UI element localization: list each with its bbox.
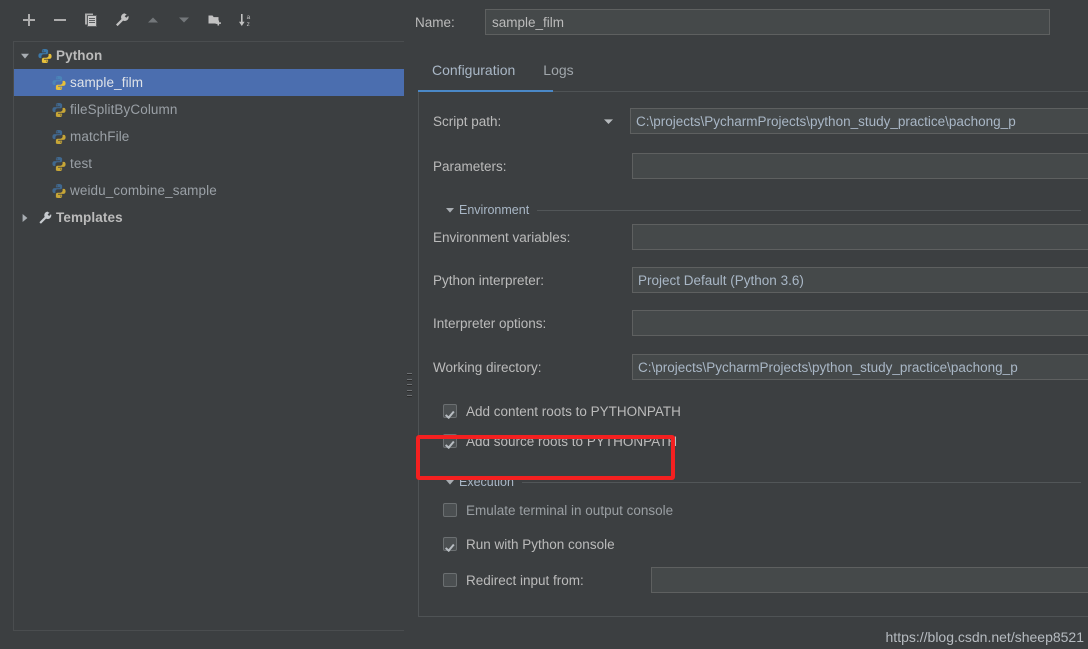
- script-path-label: Script path:: [433, 113, 502, 129]
- tree-item-label: matchFile: [70, 129, 130, 144]
- add-source-roots-checkbox[interactable]: [443, 434, 457, 448]
- run-with-python-console-row[interactable]: Run with Python console: [443, 532, 615, 556]
- run-with-python-console-label: Run with Python console: [466, 536, 615, 552]
- working-directory-row: Working directory: C:\projects\PycharmPr…: [433, 353, 1088, 381]
- tab-logs[interactable]: Logs: [529, 58, 587, 78]
- wrench-icon[interactable]: [110, 8, 134, 32]
- remove-configuration-button[interactable]: [48, 8, 72, 32]
- svg-text:z: z: [247, 21, 250, 28]
- run-with-python-console-checkbox[interactable]: [443, 537, 457, 551]
- script-path-dropdown-caret[interactable]: [598, 108, 618, 134]
- python-interpreter-select[interactable]: Project Default (Python 3.6): [632, 267, 1088, 293]
- name-row: Name:: [415, 8, 1050, 36]
- interpreter-options-input[interactable]: [632, 310, 1088, 336]
- tree-item-label: Templates: [56, 210, 123, 225]
- python-file-icon: [50, 128, 68, 146]
- parameters-row: Parameters:: [433, 152, 1088, 180]
- add-configuration-button[interactable]: [17, 8, 41, 32]
- run-debug-configurations-dialog: a z Python sample_film fileSplitByColumn…: [0, 0, 1088, 649]
- parameters-input[interactable]: [632, 153, 1088, 179]
- tree-item-sample-film[interactable]: sample_film: [14, 69, 404, 96]
- section-title: Execution: [459, 475, 514, 489]
- tree-item-label: Python: [56, 48, 103, 63]
- redirect-input-label: Redirect input from:: [466, 572, 584, 588]
- redirect-input-row[interactable]: Redirect input from:: [443, 567, 1088, 593]
- add-content-roots-checkbox[interactable]: [443, 404, 457, 418]
- panel-splitter[interactable]: [404, 0, 415, 649]
- add-content-roots-row[interactable]: Add content roots to PYTHONPATH: [443, 399, 681, 423]
- parameters-label: Parameters:: [433, 158, 507, 174]
- tree-item-label: fileSplitByColumn: [70, 102, 178, 117]
- python-interpreter-label: Python interpreter:: [433, 272, 545, 288]
- tree-item-file-split-by-column[interactable]: fileSplitByColumn: [14, 96, 404, 123]
- wrench-icon: [36, 209, 54, 227]
- interpreter-options-row: Interpreter options:: [433, 309, 1088, 337]
- tree-item-label: weidu_combine_sample: [70, 183, 217, 198]
- chevron-down-icon[interactable]: [14, 42, 36, 69]
- environment-section-header[interactable]: Environment: [441, 200, 1081, 220]
- tree-item-python[interactable]: Python: [14, 42, 404, 69]
- python-file-icon: [50, 182, 68, 200]
- tree-item-weidu-combine-sample[interactable]: weidu_combine_sample: [14, 177, 404, 204]
- interpreter-options-label: Interpreter options:: [433, 315, 547, 331]
- arrow-up-icon[interactable]: [141, 8, 165, 32]
- add-content-roots-label: Add content roots to PYTHONPATH: [466, 403, 681, 419]
- editor-tabs: Configuration Logs: [418, 58, 588, 93]
- configuration-editor-panel: Name: Configuration Logs Script path: C:…: [415, 0, 1088, 649]
- python-file-icon: [50, 101, 68, 119]
- execution-section-header[interactable]: Execution: [441, 472, 1081, 492]
- tree-item-match-file[interactable]: matchFile: [14, 123, 404, 150]
- name-label: Name:: [415, 14, 455, 30]
- configurations-toolbar: a z: [0, 0, 404, 40]
- working-directory-input[interactable]: C:\projects\PycharmProjects\python_study…: [632, 354, 1088, 380]
- emulate-terminal-checkbox[interactable]: [443, 503, 457, 517]
- python-icon: [36, 47, 54, 65]
- chevron-right-icon[interactable]: [14, 204, 36, 231]
- environment-variables-label: Environment variables:: [433, 229, 571, 245]
- python-interpreter-row: Python interpreter: Project Default (Pyt…: [433, 266, 1088, 294]
- sort-az-icon[interactable]: a z: [234, 8, 258, 32]
- tree-item-label: sample_film: [70, 75, 144, 90]
- script-path-row: Script path: C:\projects\PycharmProjects…: [433, 107, 1088, 135]
- svg-text:a: a: [247, 14, 251, 21]
- folder-add-icon[interactable]: [203, 8, 227, 32]
- chevron-down-icon[interactable]: [441, 201, 459, 219]
- tab-configuration[interactable]: Configuration: [418, 58, 529, 78]
- python-file-icon: [50, 155, 68, 173]
- emulate-terminal-row[interactable]: Emulate terminal in output console: [443, 498, 673, 522]
- working-directory-label: Working directory:: [433, 359, 542, 375]
- add-source-roots-row[interactable]: Add source roots to PYTHONPATH: [443, 429, 677, 453]
- configurations-tree[interactable]: Python sample_film fileSplitByColumn mat…: [13, 41, 404, 631]
- tree-item-test[interactable]: test: [14, 150, 404, 177]
- script-path-input[interactable]: C:\projects\PycharmProjects\python_study…: [630, 108, 1088, 134]
- section-title: Environment: [459, 203, 530, 217]
- tree-item-label: test: [70, 156, 93, 171]
- add-source-roots-label: Add source roots to PYTHONPATH: [466, 433, 678, 449]
- python-file-icon: [50, 74, 68, 92]
- environment-variables-row: Environment variables:: [433, 223, 1088, 251]
- emulate-terminal-label: Emulate terminal in output console: [466, 502, 674, 518]
- redirect-input-checkbox[interactable]: [443, 573, 457, 587]
- section-divider: [537, 209, 1081, 211]
- redirect-input-path-input[interactable]: [651, 567, 1088, 593]
- configuration-tab-body: Script path: C:\projects\PycharmProjects…: [418, 92, 1088, 617]
- chevron-down-icon[interactable]: [441, 473, 459, 491]
- arrow-down-icon[interactable]: [172, 8, 196, 32]
- splitter-grip[interactable]: [407, 373, 412, 397]
- name-input[interactable]: [485, 9, 1050, 35]
- tree-item-templates[interactable]: Templates: [14, 204, 404, 231]
- configurations-left-panel: a z Python sample_film fileSplitByColumn…: [0, 0, 404, 649]
- environment-variables-input[interactable]: [632, 224, 1088, 250]
- section-divider: [521, 481, 1081, 483]
- watermark-url: https://blog.csdn.net/sheep8521: [885, 629, 1084, 645]
- copy-configuration-button[interactable]: [79, 8, 103, 32]
